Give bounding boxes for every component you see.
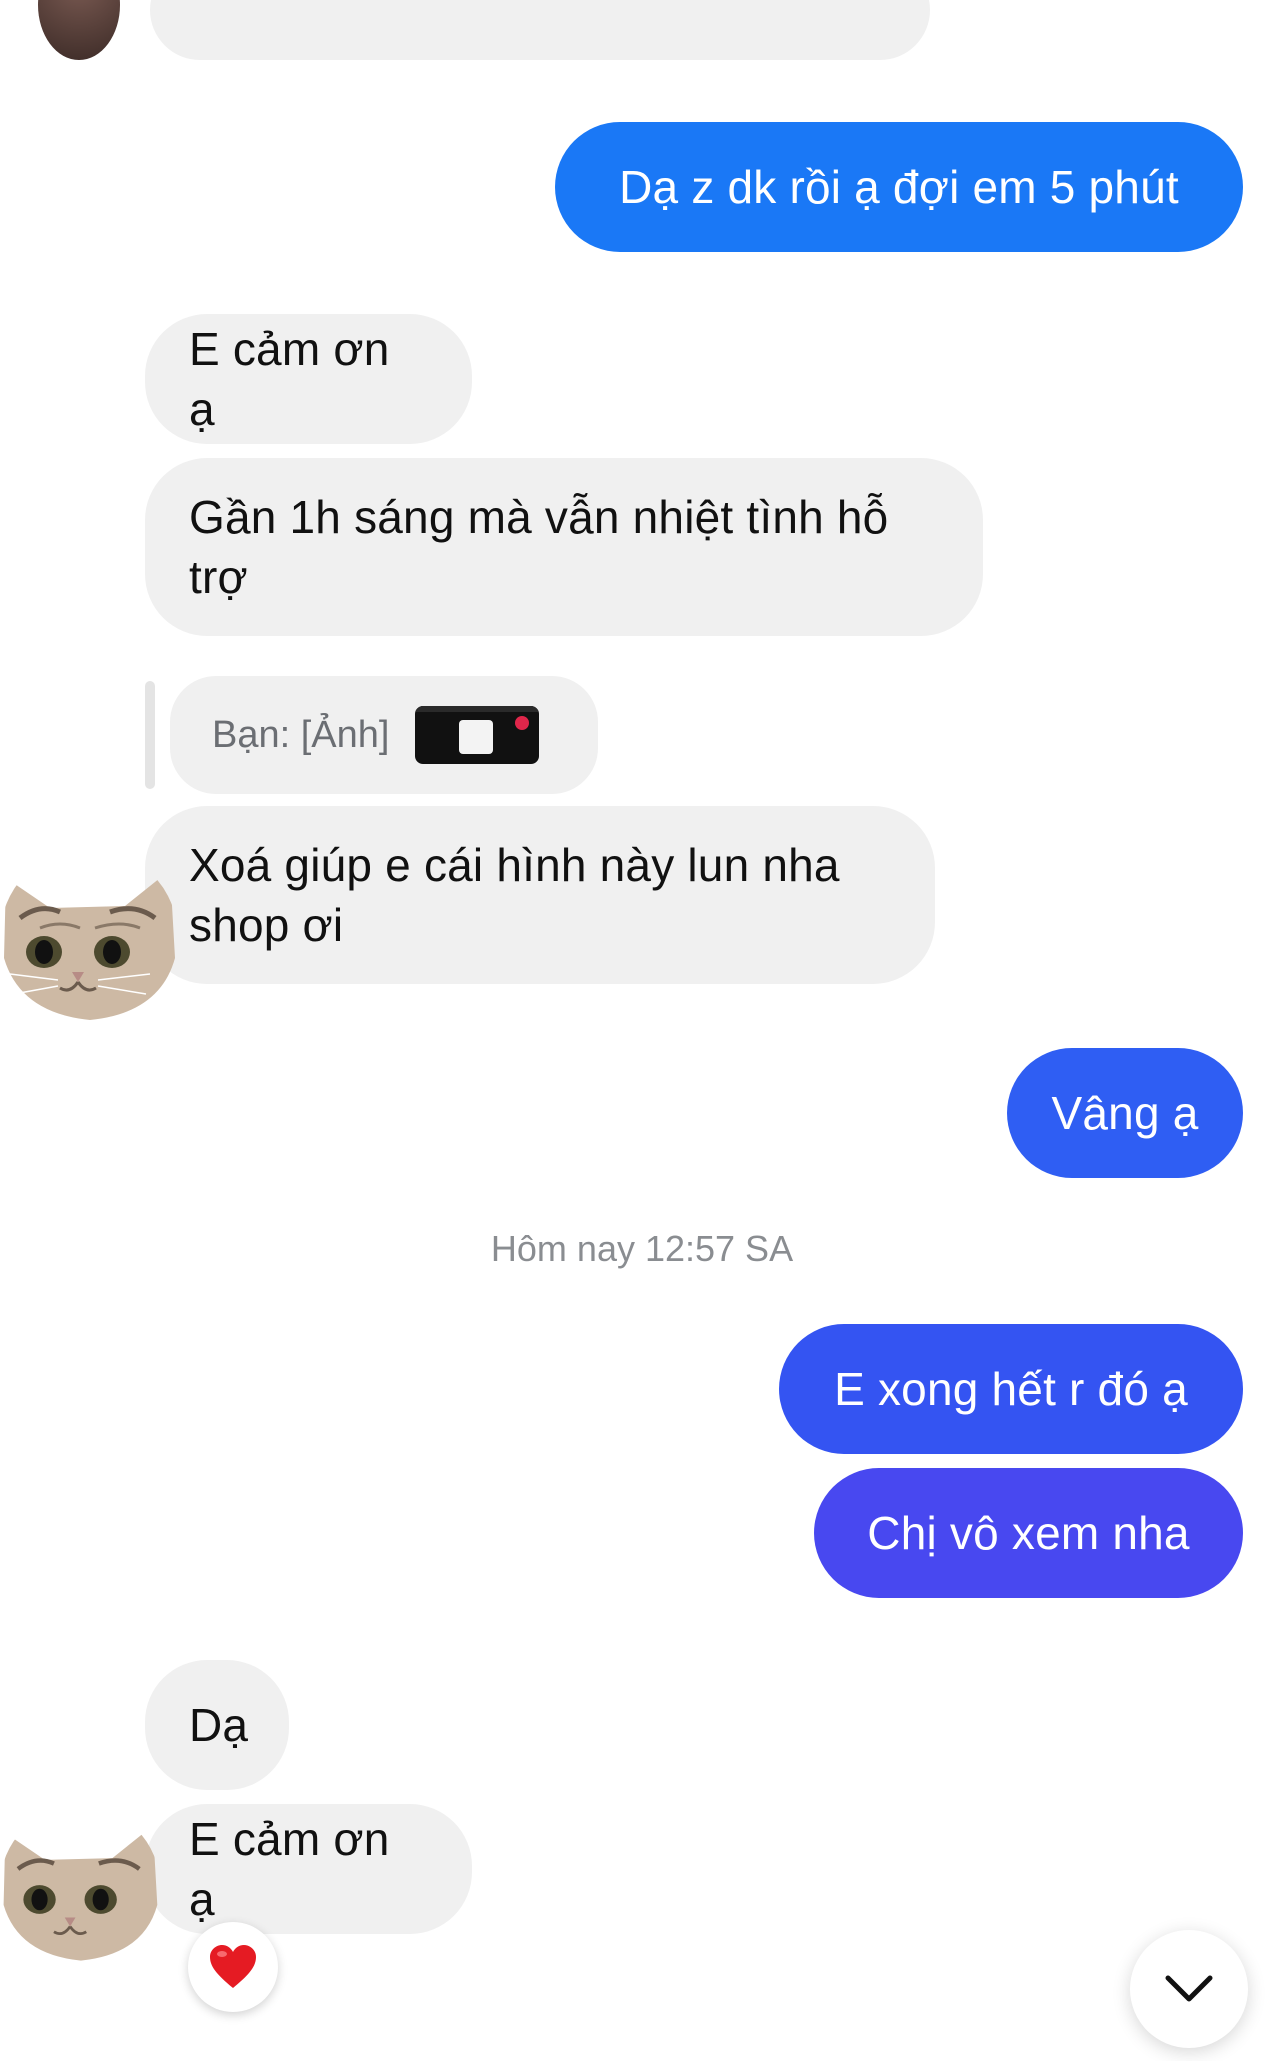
message-text: Chị vô xem nha <box>867 1507 1190 1559</box>
timestamp-divider: Hôm nay 12:57 SA <box>490 1228 794 1269</box>
message-outgoing[interactable]: Chị vô xem nha <box>814 1468 1243 1598</box>
reply-thumbnail <box>415 706 540 764</box>
cat-avatar-icon[interactable] <box>0 848 178 1026</box>
message-text: Xoá giúp e cái hình này lun nha shop ơi <box>189 839 840 951</box>
message-text: E cảm ơn ạ <box>189 323 390 435</box>
heart-icon <box>210 1945 256 1988</box>
message-text: E cảm ơn ạ <box>189 1813 390 1925</box>
message-incoming[interactable]: Dạ <box>145 1660 289 1790</box>
message-incoming[interactable]: E cảm ơn ạ <box>145 1804 472 1934</box>
reply-preview-text: Bạn: [Ảnh] <box>212 713 390 756</box>
message-text: Vâng ạ <box>1051 1087 1199 1139</box>
message-text: Dạ z dk rồi ạ đợi em 5 phút <box>619 161 1179 213</box>
message-reaction[interactable] <box>188 1922 278 2012</box>
reply-indicator-bar <box>145 681 155 789</box>
message-incoming[interactable]: Gần 1h sáng mà vẫn nhiệt tình hỗ trợ <box>145 458 983 636</box>
chevron-down-icon <box>1165 1975 1213 2002</box>
message-outgoing[interactable]: Vâng ạ <box>1007 1048 1243 1178</box>
avatar-partial <box>38 0 120 60</box>
cat-avatar-icon[interactable] <box>0 1806 160 1966</box>
message-outgoing[interactable]: Dạ z dk rồi ạ đợi em 5 phút <box>555 122 1243 252</box>
message-text: E xong hết r đó ạ <box>834 1363 1188 1415</box>
message-text: Gần 1h sáng mà vẫn nhiệt tình hỗ trợ <box>189 491 889 603</box>
message-incoming[interactable]: Xoá giúp e cái hình này lun nha shop ơi <box>145 806 935 984</box>
message-incoming[interactable]: E cảm ơn ạ <box>145 314 472 444</box>
reply-preview[interactable]: Bạn: [Ảnh] <box>170 676 598 794</box>
message-outgoing[interactable]: E xong hết r đó ạ <box>779 1324 1243 1454</box>
scroll-to-bottom-button[interactable] <box>1130 1930 1248 2048</box>
message-bubble-partial <box>150 0 930 60</box>
message-text: Dạ <box>189 1699 249 1751</box>
